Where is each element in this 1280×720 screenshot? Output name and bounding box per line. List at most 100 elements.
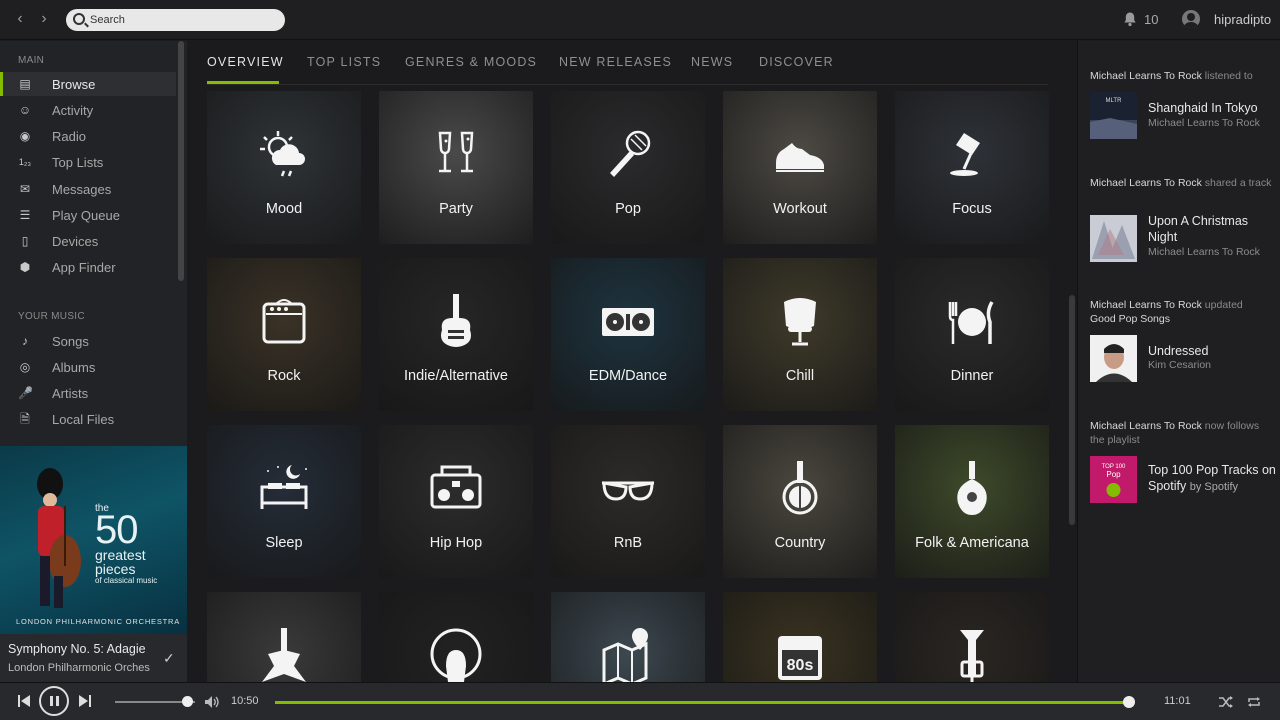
genre-tile[interactable]: Country — [723, 425, 877, 578]
tile-label: Mood — [265, 201, 303, 217]
previous-track-icon[interactable] — [17, 694, 31, 708]
desk-lamp-icon — [950, 133, 980, 176]
feed-actor[interactable]: Michael Learns To Rock — [1090, 177, 1202, 189]
banjo-icon — [782, 461, 818, 515]
genre-tile[interactable]: Folk & Americana — [895, 425, 1049, 578]
album-orchestra: LONDON PHILHARMONIC ORCHESTRA — [16, 617, 181, 626]
feed-playlist-thumb[interactable]: TOP 100 Pop — [1090, 456, 1137, 503]
tile-label: Hip Hop — [429, 535, 483, 551]
sidebar-item-app-finder[interactable]: ⬢ App Finder — [0, 255, 176, 279]
app-finder-icon: ⬢ — [19, 260, 31, 274]
sidebar-item-radio[interactable]: ◉ Radio — [0, 124, 176, 148]
feed-track-title[interactable]: Shanghaid In Tokyo — [1148, 100, 1278, 116]
feed-track-artist[interactable]: Michael Learns To Rock — [1148, 117, 1260, 129]
genre-tile[interactable]: EDM/Dance — [551, 258, 705, 411]
browse-tabs: OVERVIEW TOP LISTS GENRES & MOODS NEW RE… — [207, 41, 1048, 85]
feed-track-title[interactable]: Upon A Christmas Night — [1148, 213, 1278, 245]
genre-tile[interactable] — [895, 592, 1049, 682]
genre-tile[interactable]: Hip Hop — [379, 425, 533, 578]
section-label-main: MAIN — [18, 55, 45, 66]
tab-news[interactable]: NEWS — [691, 55, 733, 69]
sidebar-item-songs[interactable]: ♪ Songs — [0, 329, 176, 353]
sidebar-item-devices[interactable]: ▯ Devices — [0, 229, 176, 253]
bed-moon-icon — [260, 465, 308, 509]
feed-album-thumb[interactable] — [1090, 335, 1137, 382]
forward-arrow-icon[interactable]: › — [36, 11, 52, 27]
genre-tile[interactable]: Rock — [207, 258, 361, 411]
feed-album-thumb[interactable]: MLTR — [1090, 92, 1137, 139]
feed-track-title[interactable]: Undressed — [1148, 343, 1278, 359]
feed-track-title[interactable]: Top 100 Pop Tracks on Spotify by Spotify — [1148, 462, 1278, 495]
sidebar-item-activity[interactable]: ☺ Activity — [0, 98, 176, 122]
sidebar-scrollbar[interactable] — [178, 41, 184, 281]
genre-tile[interactable] — [551, 592, 705, 682]
genre-tile[interactable] — [379, 592, 533, 682]
sidebar-item-play-queue[interactable]: ☰ Play Queue — [0, 203, 176, 227]
progress-bar-handle[interactable] — [1122, 696, 1135, 708]
search-box[interactable] — [66, 9, 285, 31]
feed-track-artist[interactable]: Kim Cesarion — [1148, 359, 1211, 371]
cellist-figure-icon — [37, 468, 81, 608]
notification-count[interactable]: 10 — [1144, 12, 1158, 27]
now-playing-album-art[interactable]: the 50 greatest pieces of classical musi… — [0, 446, 187, 634]
browse-main: OVERVIEW TOP LISTS GENRES & MOODS NEW RE… — [187, 41, 1077, 682]
sidebar-item-label: Browse — [52, 77, 96, 92]
genre-tile[interactable]: RnB — [551, 425, 705, 578]
sidebar-item-browse[interactable]: ▤ Browse — [0, 72, 176, 96]
feed-track-artist[interactable]: Michael Learns To Rock — [1148, 246, 1260, 258]
genre-tile[interactable]: Pop — [551, 91, 705, 244]
feed-playlist-owner[interactable]: by Spotify — [1190, 481, 1238, 493]
user-avatar-icon[interactable] — [1182, 10, 1200, 28]
next-track-icon[interactable] — [78, 694, 92, 708]
genre-tile[interactable]: Party — [379, 91, 533, 244]
saved-check-icon[interactable]: ✓ — [163, 650, 175, 667]
tab-genres-moods[interactable]: GENRES & MOODS — [405, 55, 537, 69]
genre-tile[interactable]: 80s — [723, 592, 877, 682]
volume-slider-handle[interactable] — [182, 696, 193, 707]
feed-item-header: Michael Learns To Rock updated Good Pop … — [1090, 298, 1275, 326]
main-scrollbar[interactable] — [1069, 295, 1075, 525]
repeat-icon[interactable] — [1246, 694, 1262, 710]
feed-action: listened to — [1204, 70, 1253, 82]
bell-icon[interactable] — [1122, 11, 1138, 27]
shuffle-icon[interactable] — [1218, 694, 1234, 710]
progress-bar[interactable] — [275, 701, 1135, 704]
feed-actor[interactable]: Michael Learns To Rock — [1090, 299, 1202, 311]
genre-tile[interactable]: Sleep — [207, 425, 361, 578]
tab-overview[interactable]: OVERVIEW — [207, 55, 284, 69]
genre-tile[interactable]: Mood — [207, 91, 361, 244]
search-input[interactable] — [90, 9, 280, 31]
now-playing-title[interactable]: Symphony No. 5: Adagie — [8, 642, 168, 656]
genre-tile[interactable]: Workout — [723, 91, 877, 244]
album-title-number: 50 — [95, 508, 139, 552]
genre-tile[interactable]: Indie/Alternative — [379, 258, 533, 411]
sidebar-item-top-lists[interactable]: 1₂₃ Top Lists — [0, 150, 176, 174]
genre-tile[interactable]: Dinner — [895, 258, 1049, 411]
thumb-text: MLTR — [1106, 98, 1123, 104]
turntables-icon — [602, 308, 654, 336]
sidebar-item-local-files[interactable]: 🗎 Local Files — [0, 407, 176, 431]
feed-playlist-name[interactable]: Good Pop Songs — [1090, 313, 1170, 325]
album-title-line: greatest — [95, 547, 146, 563]
sidebar-item-messages[interactable]: ✉ Messages — [0, 177, 176, 201]
tab-discover[interactable]: DISCOVER — [759, 55, 834, 69]
speaker-icon[interactable] — [204, 695, 220, 709]
sidebar-item-albums[interactable]: ◎ Albums — [0, 355, 176, 379]
feed-actor[interactable]: Michael Learns To Rock — [1090, 420, 1202, 432]
now-playing-artist[interactable]: London Philharmonic Orches — [8, 662, 158, 674]
genre-tile[interactable]: Focus — [895, 91, 1049, 244]
tab-new-releases[interactable]: NEW RELEASES — [559, 55, 672, 69]
tab-top-lists[interactable]: TOP LISTS — [307, 55, 381, 69]
sidebar-item-artists[interactable]: 🎤 Artists — [0, 381, 176, 405]
genre-tile[interactable]: Chill — [723, 258, 877, 411]
feed-album-thumb[interactable] — [1090, 215, 1137, 262]
sidebar: MAIN ▤ Browse ☺ Activity ◉ Radio 1₂₃ Top… — [0, 41, 187, 446]
tile-label: Folk & Americana — [915, 535, 1029, 551]
back-arrow-icon[interactable]: ‹ — [12, 11, 28, 27]
feed-actor[interactable]: Michael Learns To Rock — [1090, 70, 1202, 82]
user-name[interactable]: hipradipto — [1214, 12, 1271, 27]
genre-tile[interactable] — [207, 592, 361, 682]
pause-button[interactable] — [39, 686, 69, 716]
player-bar: 10:50 11:01 — [0, 682, 1280, 720]
sidebar-item-label: Songs — [52, 334, 89, 349]
